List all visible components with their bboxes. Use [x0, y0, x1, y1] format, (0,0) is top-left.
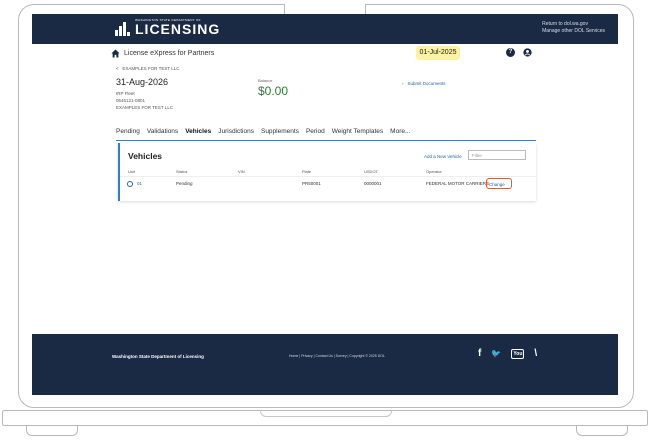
vehicles-panel: Vehicles Add a New Vehicle Filter Unit S…: [118, 143, 536, 201]
tab-pending[interactable]: Pending: [116, 126, 140, 140]
plate-cell: PR50001: [302, 181, 321, 186]
dol-logo[interactable]: WASHINGTON STATE DEPARTMENT OF LICENSING: [115, 19, 220, 36]
site-header: WASHINGTON STATE DEPARTMENT OF LICENSING…: [32, 14, 618, 44]
account-id: 0546121-0801: [116, 98, 146, 103]
header-links: Return to dol.wa.gov Manage other DOL Se…: [542, 21, 605, 35]
twitter-icon[interactable]: 🐦: [491, 349, 501, 358]
column-header-plate: Plate: [302, 169, 312, 174]
add-vehicle-link[interactable]: Add a New Vehicle: [424, 154, 462, 159]
tab-jurisdictions[interactable]: Jurisdictions: [218, 126, 254, 140]
screen: WASHINGTON STATE DEPARTMENT OF LICENSING…: [32, 14, 618, 395]
tab-supplements[interactable]: Supplements: [261, 126, 299, 140]
breadcrumb-chevron-icon: <: [116, 66, 119, 71]
balance-label: Balance: [258, 78, 273, 83]
manage-services-link[interactable]: Manage other DOL Services: [542, 28, 605, 35]
home-icon[interactable]: [111, 49, 120, 58]
table-row[interactable]: 01 Pending PR50001 0000001 FEDERAL MOTOR…: [120, 176, 536, 191]
logo-big-text: LICENSING: [135, 21, 221, 37]
vehicles-title: Vehicles: [128, 151, 163, 161]
breadcrumb[interactable]: < EXAMPLES FOR TEST LLC: [116, 66, 180, 71]
column-header-unit: Unit: [128, 169, 136, 174]
tab-validations[interactable]: Validations: [147, 126, 178, 140]
operator-cell: FEDERAL MOTOR CARRIERS: [426, 181, 490, 186]
laptop-hinge: [260, 410, 392, 417]
help-icon[interactable]: ?: [506, 48, 515, 57]
column-header-status: Status: [176, 169, 188, 174]
tab-period[interactable]: Period: [306, 126, 325, 140]
tab-bar: Pending Validations Vehicles Jurisdictio…: [116, 126, 536, 141]
status-cell: Pending: [176, 181, 193, 186]
tab-weight-templates[interactable]: Weight Templates: [332, 126, 383, 140]
account-name: EXAMPLES FOR TEST LLC: [116, 105, 174, 110]
column-header-usdot: USDOT: [364, 169, 378, 174]
social-links: f 🐦 You \: [478, 348, 537, 359]
breadcrumb-label: EXAMPLES FOR TEST LLC: [122, 66, 180, 71]
account-type: IRP Fleet: [116, 91, 135, 96]
app-title: License eXpress for Partners: [124, 50, 215, 57]
submit-documents-link[interactable]: › Submit Documents: [402, 81, 446, 86]
column-header-vin: VIN: [238, 169, 245, 174]
current-date-badge: 01-Jul-2025: [416, 46, 460, 60]
filter-input[interactable]: Filter: [468, 150, 526, 160]
laptop-foot-right: [576, 425, 628, 436]
facebook-icon[interactable]: f: [478, 348, 481, 359]
youtube-icon[interactable]: You: [511, 348, 525, 359]
site-footer: Washington State Department of Licensing…: [32, 334, 618, 395]
usdot-cell: 0000001: [364, 181, 382, 186]
return-link[interactable]: Return to dol.wa.gov: [542, 21, 605, 28]
user-icon[interactable]: [523, 48, 532, 57]
tab-more[interactable]: More...: [390, 126, 410, 140]
app-bar: License eXpress for Partners 01-Jul-2025…: [32, 44, 618, 66]
submit-documents-label: Submit Documents: [407, 81, 446, 86]
laptop-foot-left: [26, 425, 78, 436]
footer-department: Washington State Department of Licensing: [112, 354, 204, 359]
rss-icon[interactable]: \: [534, 348, 537, 359]
account-expiration-date: 31-Aug-2026: [116, 77, 169, 87]
logo-mark-icon: [115, 20, 131, 36]
balance-value: $0.00: [258, 84, 289, 98]
clock-icon: [127, 181, 133, 187]
logo-text: WASHINGTON STATE DEPARTMENT OF LICENSING: [135, 19, 221, 37]
column-header-operator: Operator: [426, 169, 442, 174]
chevron-right-icon: ›: [402, 81, 404, 86]
footer-links[interactable]: Home | Privacy | Contact Us | Survey | C…: [289, 354, 385, 358]
tab-vehicles[interactable]: Vehicles: [185, 126, 211, 140]
change-button[interactable]: Change: [486, 178, 512, 189]
unit-cell[interactable]: 01: [137, 181, 142, 186]
